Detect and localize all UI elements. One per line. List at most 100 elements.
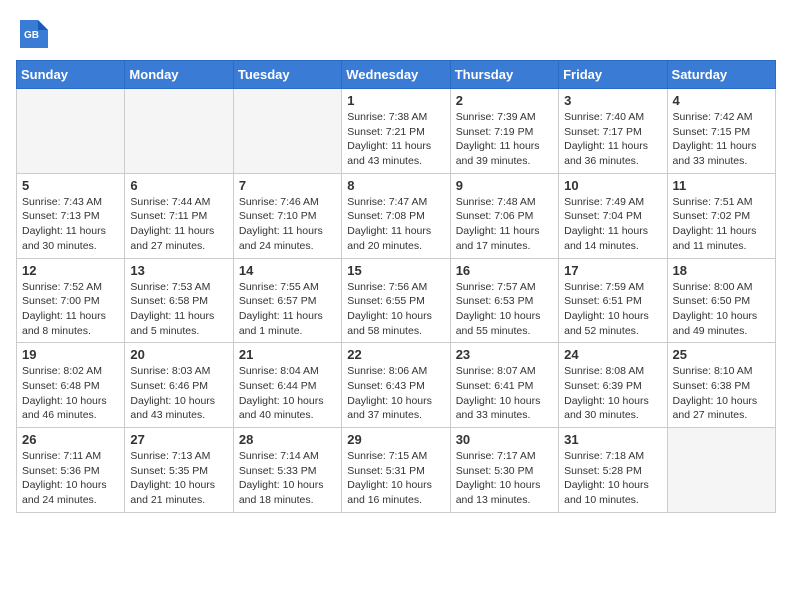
day-number: 6: [130, 178, 227, 193]
day-number: 2: [456, 93, 553, 108]
day-number: 25: [673, 347, 770, 362]
day-number: 20: [130, 347, 227, 362]
day-number: 29: [347, 432, 444, 447]
calendar-week-5: 26 Sunrise: 7:11 AM Sunset: 5:36 PM Dayli…: [17, 428, 776, 513]
table-row: 18 Sunrise: 8:00 AM Sunset: 6:50 PM Dayli…: [667, 258, 775, 343]
day-number: 13: [130, 263, 227, 278]
day-info: Sunrise: 7:42 AM Sunset: 7:15 PM Dayligh…: [673, 110, 770, 169]
calendar-table: SundayMondayTuesdayWednesdayThursdayFrid…: [16, 60, 776, 513]
day-number: 30: [456, 432, 553, 447]
table-row: 16 Sunrise: 7:57 AM Sunset: 6:53 PM Dayli…: [450, 258, 558, 343]
day-number: 23: [456, 347, 553, 362]
day-number: 14: [239, 263, 336, 278]
table-row: 28 Sunrise: 7:14 AM Sunset: 5:33 PM Dayli…: [233, 428, 341, 513]
day-info: Sunrise: 7:11 AM Sunset: 5:36 PM Dayligh…: [22, 449, 119, 508]
calendar-week-4: 19Sunrise: 8:02 AM Sunset: 6:48 PM Dayli…: [17, 343, 776, 428]
day-number: 3: [564, 93, 661, 108]
calendar-week-2: 5Sunrise: 7:43 AM Sunset: 7:13 PM Daylig…: [17, 173, 776, 258]
day-number: 7: [239, 178, 336, 193]
day-info: Sunrise: 7:49 AM Sunset: 7:04 PM Dayligh…: [564, 195, 661, 254]
table-row: 1 Sunrise: 7:38 AM Sunset: 7:21 PM Daylig…: [342, 89, 450, 174]
day-info: Sunrise: 7:14 AM Sunset: 5:33 PM Dayligh…: [239, 449, 336, 508]
table-row: [125, 89, 233, 174]
day-info: Sunrise: 8:08 AM Sunset: 6:39 PM Dayligh…: [564, 364, 661, 423]
day-info: Sunrise: 8:07 AM Sunset: 6:41 PM Dayligh…: [456, 364, 553, 423]
day-number: 24: [564, 347, 661, 362]
day-number: 1: [347, 93, 444, 108]
day-info: Sunrise: 7:18 AM Sunset: 5:28 PM Dayligh…: [564, 449, 661, 508]
day-info: Sunrise: 7:38 AM Sunset: 7:21 PM Dayligh…: [347, 110, 444, 169]
day-info: Sunrise: 8:03 AM Sunset: 6:46 PM Dayligh…: [130, 364, 227, 423]
svg-text:GB: GB: [24, 30, 39, 41]
day-number: 18: [673, 263, 770, 278]
day-number: 10: [564, 178, 661, 193]
day-info: Sunrise: 7:15 AM Sunset: 5:31 PM Dayligh…: [347, 449, 444, 508]
day-number: 31: [564, 432, 661, 447]
day-info: Sunrise: 7:57 AM Sunset: 6:53 PM Dayligh…: [456, 280, 553, 339]
table-row: 14 Sunrise: 7:55 AM Sunset: 6:57 PM Dayli…: [233, 258, 341, 343]
day-header-sunday: Sunday: [17, 61, 125, 89]
logo: GB: [16, 16, 56, 52]
table-row: 20 Sunrise: 8:03 AM Sunset: 6:46 PM Dayli…: [125, 343, 233, 428]
table-row: 31 Sunrise: 7:18 AM Sunset: 5:28 PM Dayli…: [559, 428, 667, 513]
calendar-week-1: 1 Sunrise: 7:38 AM Sunset: 7:21 PM Daylig…: [17, 89, 776, 174]
day-info: Sunrise: 8:00 AM Sunset: 6:50 PM Dayligh…: [673, 280, 770, 339]
day-info: Sunrise: 7:47 AM Sunset: 7:08 PM Dayligh…: [347, 195, 444, 254]
table-row: 13 Sunrise: 7:53 AM Sunset: 6:58 PM Dayli…: [125, 258, 233, 343]
day-header-thursday: Thursday: [450, 61, 558, 89]
table-row: 19Sunrise: 8:02 AM Sunset: 6:48 PM Dayli…: [17, 343, 125, 428]
day-info: Sunrise: 7:40 AM Sunset: 7:17 PM Dayligh…: [564, 110, 661, 169]
table-row: 24 Sunrise: 8:08 AM Sunset: 6:39 PM Dayli…: [559, 343, 667, 428]
day-info: Sunrise: 7:13 AM Sunset: 5:35 PM Dayligh…: [130, 449, 227, 508]
table-row: 8 Sunrise: 7:47 AM Sunset: 7:08 PM Daylig…: [342, 173, 450, 258]
day-number: 17: [564, 263, 661, 278]
table-row: 5Sunrise: 7:43 AM Sunset: 7:13 PM Daylig…: [17, 173, 125, 258]
day-info: Sunrise: 7:51 AM Sunset: 7:02 PM Dayligh…: [673, 195, 770, 254]
calendar-week-3: 12 Sunrise: 7:52 AM Sunset: 7:00 PM Dayli…: [17, 258, 776, 343]
table-row: 22Sunrise: 8:06 AM Sunset: 6:43 PM Dayli…: [342, 343, 450, 428]
logo-icon: GB: [16, 16, 52, 52]
calendar-header-row: SundayMondayTuesdayWednesdayThursdayFrid…: [17, 61, 776, 89]
table-row: 4 Sunrise: 7:42 AM Sunset: 7:15 PM Daylig…: [667, 89, 775, 174]
day-number: 28: [239, 432, 336, 447]
day-info: Sunrise: 8:02 AM Sunset: 6:48 PM Dayligh…: [22, 364, 119, 423]
day-info: Sunrise: 7:39 AM Sunset: 7:19 PM Dayligh…: [456, 110, 553, 169]
day-info: Sunrise: 7:48 AM Sunset: 7:06 PM Dayligh…: [456, 195, 553, 254]
table-row: 29 Sunrise: 7:15 AM Sunset: 5:31 PM Dayli…: [342, 428, 450, 513]
day-info: Sunrise: 7:17 AM Sunset: 5:30 PM Dayligh…: [456, 449, 553, 508]
day-number: 16: [456, 263, 553, 278]
table-row: 12 Sunrise: 7:52 AM Sunset: 7:00 PM Dayli…: [17, 258, 125, 343]
table-row: 6 Sunrise: 7:44 AM Sunset: 7:11 PM Daylig…: [125, 173, 233, 258]
day-number: 12: [22, 263, 119, 278]
day-info: Sunrise: 7:53 AM Sunset: 6:58 PM Dayligh…: [130, 280, 227, 339]
table-row: 26 Sunrise: 7:11 AM Sunset: 5:36 PM Dayli…: [17, 428, 125, 513]
day-number: 5: [22, 178, 119, 193]
table-row: 10 Sunrise: 7:49 AM Sunset: 7:04 PM Dayli…: [559, 173, 667, 258]
day-info: Sunrise: 7:46 AM Sunset: 7:10 PM Dayligh…: [239, 195, 336, 254]
table-row: 17Sunrise: 7:59 AM Sunset: 6:51 PM Dayli…: [559, 258, 667, 343]
table-row: 25 Sunrise: 8:10 AM Sunset: 6:38 PM Dayli…: [667, 343, 775, 428]
day-number: 9: [456, 178, 553, 193]
table-row: [667, 428, 775, 513]
day-number: 26: [22, 432, 119, 447]
table-row: 21Sunrise: 8:04 AM Sunset: 6:44 PM Dayli…: [233, 343, 341, 428]
day-number: 22: [347, 347, 444, 362]
table-row: [17, 89, 125, 174]
table-row: [233, 89, 341, 174]
table-row: 7 Sunrise: 7:46 AM Sunset: 7:10 PM Daylig…: [233, 173, 341, 258]
day-number: 15: [347, 263, 444, 278]
table-row: 27Sunrise: 7:13 AM Sunset: 5:35 PM Dayli…: [125, 428, 233, 513]
table-row: 2 Sunrise: 7:39 AM Sunset: 7:19 PM Daylig…: [450, 89, 558, 174]
day-header-monday: Monday: [125, 61, 233, 89]
table-row: 9 Sunrise: 7:48 AM Sunset: 7:06 PM Daylig…: [450, 173, 558, 258]
table-row: 23 Sunrise: 8:07 AM Sunset: 6:41 PM Dayli…: [450, 343, 558, 428]
day-info: Sunrise: 8:10 AM Sunset: 6:38 PM Dayligh…: [673, 364, 770, 423]
day-info: Sunrise: 8:04 AM Sunset: 6:44 PM Dayligh…: [239, 364, 336, 423]
day-info: Sunrise: 7:52 AM Sunset: 7:00 PM Dayligh…: [22, 280, 119, 339]
table-row: 15Sunrise: 7:56 AM Sunset: 6:55 PM Dayli…: [342, 258, 450, 343]
day-header-friday: Friday: [559, 61, 667, 89]
day-info: Sunrise: 7:44 AM Sunset: 7:11 PM Dayligh…: [130, 195, 227, 254]
day-number: 8: [347, 178, 444, 193]
day-info: Sunrise: 7:55 AM Sunset: 6:57 PM Dayligh…: [239, 280, 336, 339]
day-number: 4: [673, 93, 770, 108]
